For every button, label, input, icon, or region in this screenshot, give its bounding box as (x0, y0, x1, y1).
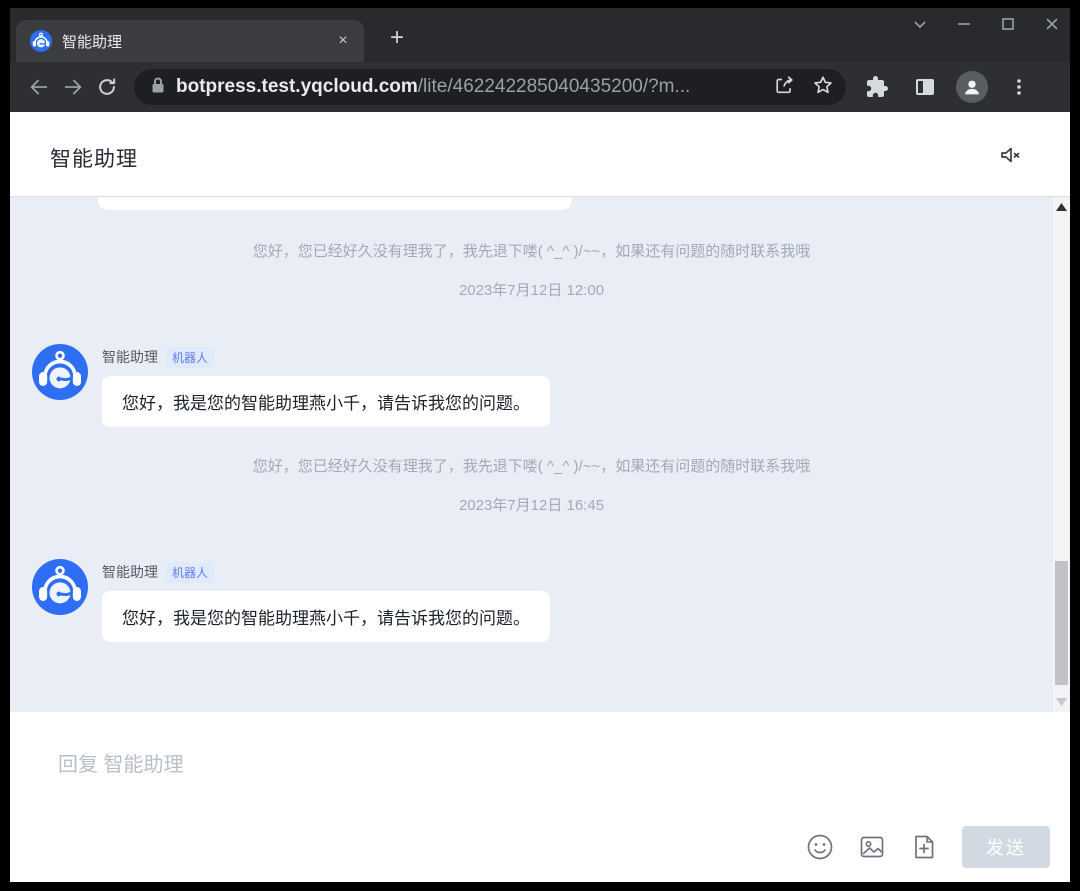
profile-avatar[interactable] (956, 71, 988, 103)
url-path: /lite/462242285040435200/?m... (417, 76, 691, 97)
image-upload-icon[interactable] (858, 833, 886, 861)
scroll-down-icon[interactable] (1053, 694, 1070, 710)
mute-sound-icon[interactable] (998, 143, 1022, 167)
bot-message-bubble: 您好，我是您的智能助理燕小千，请告诉我您的问题。 (102, 591, 550, 642)
reload-icon[interactable] (90, 70, 124, 104)
new-tab-button[interactable]: + (382, 24, 412, 54)
message-composer: 发送 (10, 712, 1070, 882)
tab-close-icon[interactable]: × (334, 32, 352, 50)
back-icon[interactable] (22, 70, 56, 104)
side-panel-icon[interactable] (908, 70, 942, 104)
window-minimize-icon[interactable] (956, 16, 972, 32)
window-controls (912, 16, 1060, 32)
timestamp: 2023年7月12日 12:00 (458, 282, 605, 299)
screenshot-frame: 智能助理 × + botpress.test.yqcloud.com/lite/… (0, 0, 1080, 891)
composer-toolbar: 发送 (806, 826, 1050, 868)
sender-name: 智能助理 (102, 564, 158, 580)
address-bar[interactable]: botpress.test.yqcloud.com/lite/462242285… (134, 69, 846, 105)
extensions-puzzle-icon[interactable] (860, 70, 894, 104)
sender-name: 智能助理 (102, 349, 158, 365)
scrollbar-thumb[interactable] (1055, 561, 1068, 685)
emoji-icon[interactable] (806, 833, 834, 861)
browser-window: 智能助理 × + botpress.test.yqcloud.com/lite/… (10, 8, 1070, 882)
forward-icon[interactable] (56, 70, 90, 104)
robot-badge: 机器人 (166, 346, 215, 368)
scroll-up-icon[interactable] (1053, 199, 1070, 215)
window-maximize-icon[interactable] (1000, 16, 1016, 32)
browser-toolbar: botpress.test.yqcloud.com/lite/462242285… (10, 62, 1070, 112)
window-chevron-icon[interactable] (912, 16, 928, 32)
reply-input[interactable] (58, 748, 658, 832)
lock-icon[interactable] (150, 76, 166, 99)
bot-message-bubble: 您好，我是您的智能助理燕小千，请告诉我您的问题。 (102, 376, 550, 427)
tab-title: 智能助理 (62, 33, 123, 51)
timestamp: 2023年7月12日 16:45 (458, 497, 605, 514)
share-icon[interactable] (774, 74, 796, 101)
system-message: 您好，您已经好久没有理我了，我先退下喽( ^_^ )/~~，如果还有问题的随时联… (252, 243, 811, 260)
bot-favicon-icon (30, 30, 52, 52)
page-title: 智能助理 (50, 148, 138, 171)
url-host: botpress.test.yqcloud.com (176, 76, 418, 97)
chat-scrollbar[interactable] (1053, 197, 1070, 712)
bot-message-group: 智能助理 机器人 您好，我是您的智能助理燕小千，请告诉我您的问题。 (10, 344, 1053, 427)
partial-message-bubble (98, 197, 572, 210)
window-close-icon[interactable] (1044, 16, 1060, 32)
url-text[interactable]: botpress.test.yqcloud.com/lite/462242285… (176, 76, 766, 98)
system-message: 您好，您已经好久没有理我了，我先退下喽( ^_^ )/~~，如果还有问题的随时联… (252, 458, 811, 475)
tab-strip: 智能助理 × + (10, 8, 1070, 62)
bot-message-group: 智能助理 机器人 您好，我是您的智能助理燕小千，请告诉我您的问题。 (10, 559, 1053, 642)
send-button[interactable]: 发送 (962, 826, 1050, 868)
robot-badge: 机器人 (166, 561, 215, 583)
file-upload-icon[interactable] (910, 833, 938, 861)
chat-area: 您好，您已经好久没有理我了，我先退下喽( ^_^ )/~~，如果还有问题的随时联… (10, 197, 1070, 712)
chat-header: 智能助理 (10, 112, 1070, 197)
bot-avatar-icon[interactable] (32, 559, 88, 615)
browser-tab[interactable]: 智能助理 × (16, 20, 364, 62)
menu-dots-icon[interactable] (1002, 70, 1036, 104)
bot-avatar-icon[interactable] (32, 344, 88, 400)
bookmark-star-icon[interactable] (812, 74, 834, 101)
